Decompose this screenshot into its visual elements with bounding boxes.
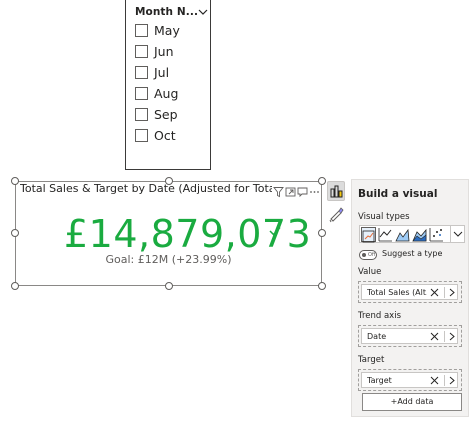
suggest-type-label: Suggest a type (382, 249, 443, 258)
build-visual-icon (330, 185, 343, 198)
slicer-item-may[interactable]: May (135, 23, 205, 39)
resize-handle-top[interactable] (165, 177, 173, 185)
remove-field-icon[interactable] (429, 331, 440, 342)
slicer-item-label: Jun (154, 44, 174, 59)
slicer-item-label: Aug (154, 86, 179, 101)
divider (444, 331, 445, 342)
checkbox[interactable] (135, 66, 148, 79)
divider (444, 287, 445, 298)
kpi-visual[interactable]: Total Sales & Target by Date (Adjusted f… (11, 177, 326, 290)
value-well: Total Sales (Alt... (358, 281, 462, 303)
resize-handle-bottom[interactable] (165, 282, 173, 290)
slicer-header[interactable]: Month N... (135, 6, 209, 20)
suggest-type-toggle-row: Off Suggest a type (359, 249, 467, 261)
trend-field-name: Date (367, 332, 387, 341)
line-chart-icon[interactable] (378, 227, 393, 242)
build-visual-button[interactable] (327, 181, 345, 201)
divider (444, 375, 445, 386)
scatter-chart-icon[interactable] (429, 227, 444, 242)
trend-axis-well: Date (358, 325, 462, 347)
stacked-area-icon[interactable] (412, 227, 427, 242)
slicer-item-label: Sep (154, 107, 178, 122)
checkbox[interactable] (135, 45, 148, 58)
resize-handle-bottom-right[interactable] (318, 282, 326, 290)
slicer-title: Month N... (135, 6, 199, 18)
slicer-item-jun[interactable]: Jun (135, 44, 205, 60)
kpi-icon[interactable] (361, 227, 376, 243)
toggle-knob (362, 253, 366, 257)
filter-icon[interactable] (273, 183, 284, 198)
slicer-item-label: Oct (154, 128, 176, 143)
add-data-button[interactable]: +Add data (362, 393, 462, 411)
more-options-icon[interactable] (309, 183, 320, 195)
chevron-right-icon[interactable] (448, 287, 456, 298)
kpi-goal: Goal: £12M (+23.99%) (105, 253, 232, 266)
checkbox[interactable] (135, 129, 148, 142)
resize-handle-top-right[interactable] (318, 177, 326, 185)
checkbox[interactable] (135, 24, 148, 37)
resize-handle-top-left[interactable] (11, 177, 19, 185)
chevron-right-icon[interactable] (448, 331, 456, 342)
slicer-item-oct[interactable]: Oct (135, 128, 205, 144)
target-field-name: Target (367, 376, 392, 385)
chevron-right-icon[interactable] (448, 375, 456, 386)
toggle-state-label: Off (368, 252, 376, 258)
format-visual-button[interactable] (327, 205, 345, 225)
visual-header-icons (273, 183, 321, 198)
visual-title: Total Sales & Target by Date (Adjusted f… (20, 182, 272, 195)
area-chart-icon[interactable] (395, 227, 410, 242)
checkbox[interactable] (135, 87, 148, 100)
resize-handle-left[interactable] (11, 229, 19, 237)
paintbrush-icon (329, 207, 344, 223)
suggest-type-toggle[interactable]: Off (359, 250, 377, 260)
comment-icon[interactable] (297, 183, 308, 198)
value-label: Value (358, 267, 382, 277)
visual-types-gallery (359, 225, 465, 243)
chevron-down-icon[interactable] (197, 6, 209, 18)
trend-field-pill[interactable]: Date (361, 328, 458, 344)
resize-handle-bottom-left[interactable] (11, 282, 19, 290)
checkbox[interactable] (135, 108, 148, 121)
more-visuals-chevron-icon[interactable] (450, 226, 464, 242)
slicer-item-jul[interactable]: Jul (135, 65, 205, 81)
pane-title: Build a visual (358, 188, 438, 200)
remove-field-icon[interactable] (429, 287, 440, 298)
target-well: Target (358, 369, 462, 391)
build-visual-pane: Build a visual Visual types Off Suggest … (351, 179, 469, 417)
trend-axis-label: Trend axis (358, 311, 401, 321)
focus-mode-icon[interactable] (285, 183, 296, 197)
month-slicer: Month N... May Jun Jul Aug Sep Oct (125, 0, 211, 170)
slicer-item-label: Jul (154, 65, 170, 80)
resize-handle-right[interactable] (318, 229, 326, 237)
value-field-pill[interactable]: Total Sales (Alt... (361, 284, 458, 300)
target-field-pill[interactable]: Target (361, 372, 458, 388)
target-label: Target (358, 355, 385, 365)
slicer-item-label: May (154, 23, 180, 38)
slicer-item-sep[interactable]: Sep (135, 107, 205, 123)
slicer-item-aug[interactable]: Aug (135, 86, 205, 102)
remove-field-icon[interactable] (429, 375, 440, 386)
value-field-name: Total Sales (Alt... (367, 288, 427, 297)
checkmark-icon (269, 226, 281, 236)
visual-types-label: Visual types (358, 212, 410, 222)
